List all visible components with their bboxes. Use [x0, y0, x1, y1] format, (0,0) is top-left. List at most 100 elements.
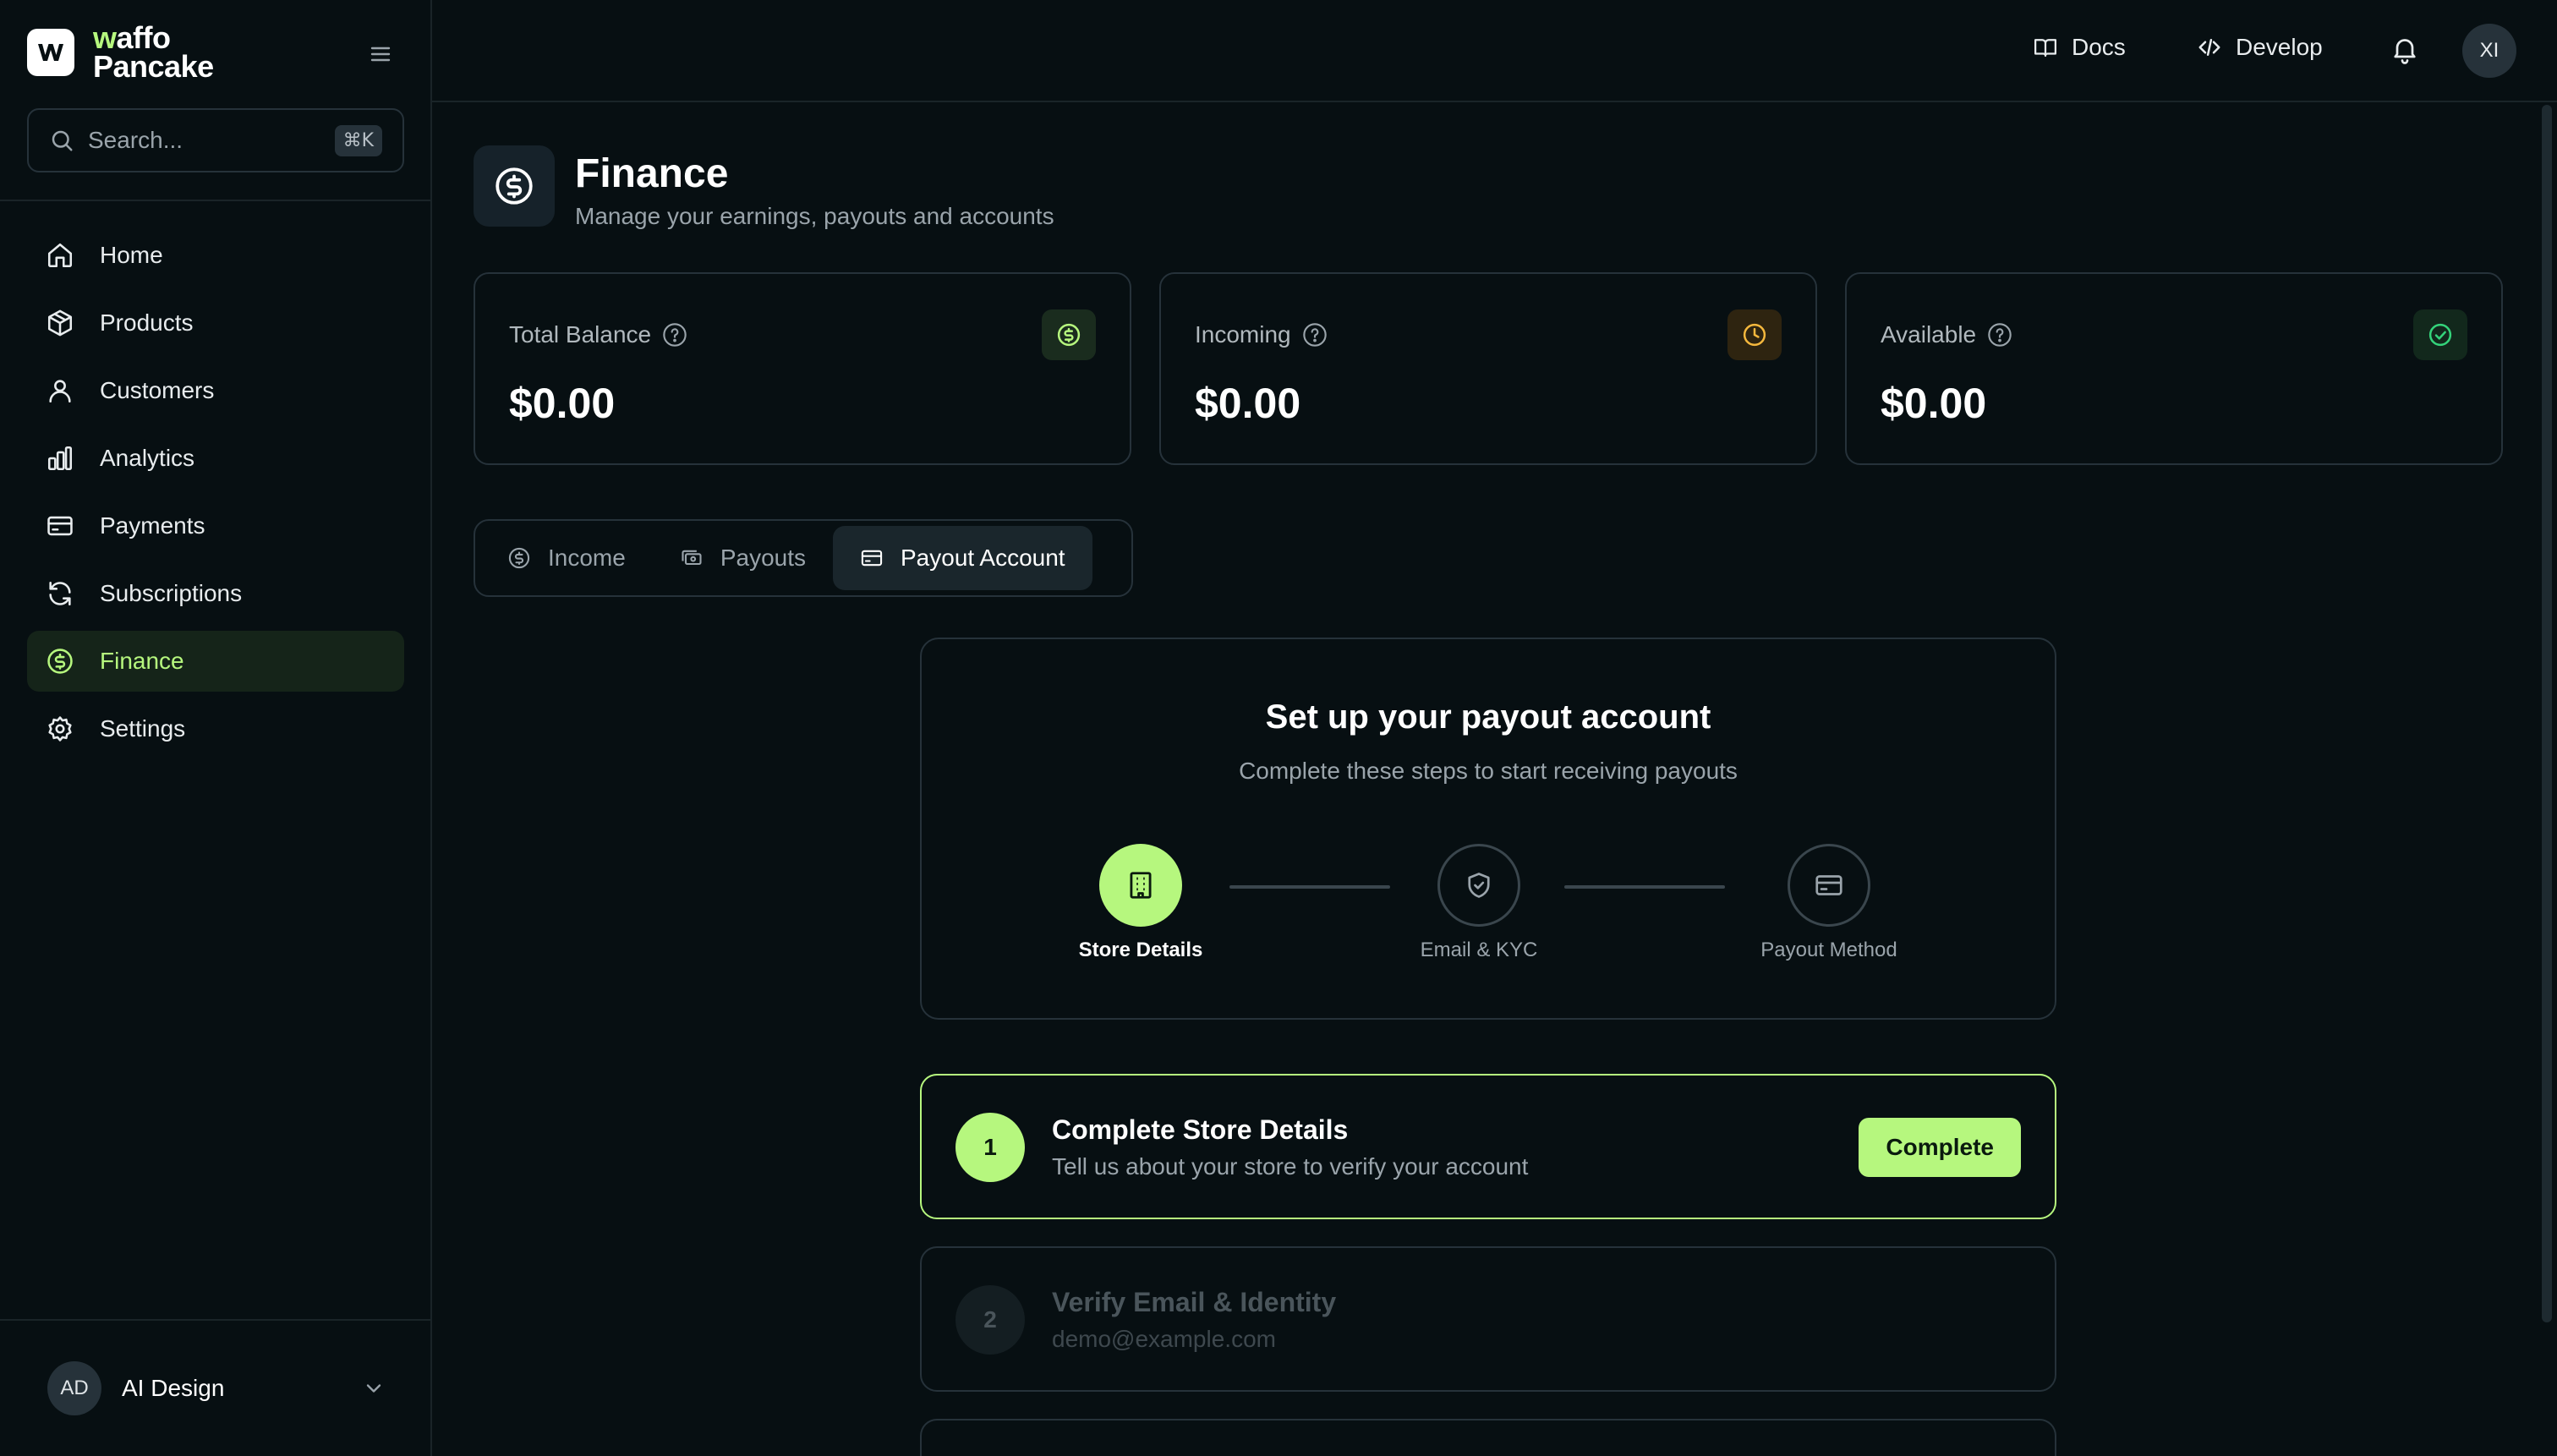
sidebar-divider — [0, 1319, 432, 1321]
dollar-circle-icon — [507, 546, 531, 570]
step-label: Store Details — [1078, 939, 1203, 961]
develop-label: Develop — [2236, 34, 2323, 60]
check-circle-icon — [2413, 309, 2467, 360]
docs-label: Docs — [2072, 34, 2126, 60]
sidebar-item-label: Customers — [100, 377, 215, 403]
task-description: demo@example.com — [1052, 1326, 1276, 1352]
task-number: 1 — [955, 1113, 1025, 1182]
credit-card-icon — [46, 512, 74, 540]
bar-chart-icon — [46, 444, 74, 473]
brand-name: waffo Pancake — [93, 20, 214, 84]
dollar-circle-icon — [46, 647, 74, 676]
stat-card-available: Available $0.00 — [1845, 272, 2503, 465]
sidebar-item-subscriptions[interactable]: Subscriptions — [27, 563, 404, 624]
step-store-details[interactable] — [1099, 844, 1182, 927]
payout-setup-card: Set up your payout account Complete thes… — [920, 638, 2056, 1020]
stat-value: $0.00 — [1881, 380, 1987, 427]
stat-card-total-balance: Total Balance $0.00 — [474, 272, 1131, 465]
shield-check-icon — [1464, 870, 1494, 900]
home-icon — [46, 241, 74, 270]
user-avatar[interactable]: XI — [2462, 24, 2516, 78]
building-icon — [1125, 869, 1157, 901]
stat-label: Incoming — [1195, 321, 1291, 348]
task-payout-method — [920, 1419, 2056, 1456]
task-verify-email: 2 Verify Email & Identity demo@example.c… — [920, 1246, 2056, 1392]
setup-subtitle: Complete these steps to start receiving … — [1239, 758, 1738, 784]
stat-value: $0.00 — [1195, 380, 1301, 427]
sidebar-item-home[interactable]: Home — [27, 225, 404, 286]
sidebar-item-settings[interactable]: Settings — [27, 698, 404, 759]
step-connector — [1229, 885, 1390, 889]
search-placeholder: Search... — [88, 127, 183, 153]
page-subtitle: Manage your earnings, payouts and accoun… — [575, 203, 1054, 229]
stat-label: Available — [1881, 321, 1977, 348]
box-icon — [46, 309, 74, 337]
step-label: Payout Method — [1760, 939, 1897, 961]
book-icon — [2033, 35, 2058, 60]
workspace-switcher[interactable]: AD AI Design — [47, 1361, 386, 1415]
sidebar-item-label: Products — [100, 309, 194, 336]
scrollbar[interactable] — [2542, 105, 2552, 1322]
stat-label-row: Total Balance — [509, 321, 688, 348]
sidebar-item-analytics[interactable]: Analytics — [27, 428, 404, 489]
stat-card-incoming: Incoming $0.00 — [1159, 272, 1817, 465]
sidebar-item-customers[interactable]: Customers — [27, 360, 404, 421]
code-icon — [2197, 35, 2222, 60]
step-connector — [1564, 885, 1725, 889]
tab-label: Payouts — [720, 545, 806, 571]
chevron-down-icon — [362, 1377, 386, 1400]
brand-logo[interactable]: waffo Pancake — [27, 20, 214, 84]
task-number: 2 — [955, 1285, 1025, 1355]
task-description: Tell us about your store to verify your … — [1052, 1153, 1529, 1180]
task-title: Complete Store Details — [1052, 1114, 1349, 1145]
gear-icon — [46, 714, 74, 743]
page-title: Finance — [575, 151, 729, 196]
dollar-circle-icon — [1042, 309, 1096, 360]
finance-page-icon — [474, 145, 555, 227]
credit-card-icon — [1814, 870, 1844, 900]
workspace-name: AI Design — [122, 1375, 225, 1401]
step-email-kyc[interactable] — [1437, 844, 1520, 927]
task-title: Verify Email & Identity — [1052, 1287, 1337, 1317]
stat-label-row: Available — [1881, 321, 2013, 348]
sidebar-item-label: Finance — [100, 648, 184, 674]
sidebar-item-products[interactable]: Products — [27, 293, 404, 353]
develop-link[interactable]: Develop — [2197, 34, 2323, 61]
sidebar-item-payments[interactable]: Payments — [27, 495, 404, 556]
menu-toggle-icon[interactable] — [369, 42, 392, 66]
stat-label-row: Incoming — [1195, 321, 1328, 348]
sidebar-divider — [0, 200, 432, 201]
sidebar-item-label: Home — [100, 242, 163, 268]
sidebar-item-finance[interactable]: Finance — [27, 631, 404, 692]
clock-icon — [1727, 309, 1782, 360]
task-store-details: 1 Complete Store Details Tell us about y… — [920, 1074, 2056, 1219]
sidebar: waffo Pancake Search... ⌘K Home Products… — [0, 0, 432, 1456]
finance-tabs: Income Payouts Payout Account — [474, 519, 1133, 597]
logo-mark-icon — [27, 29, 74, 76]
stat-value: $0.00 — [509, 380, 616, 427]
banknote-icon — [680, 546, 704, 570]
credit-card-icon — [860, 546, 884, 570]
search-icon — [49, 128, 74, 153]
step-label: Email & KYC — [1420, 939, 1538, 961]
tab-label: Payout Account — [901, 545, 1065, 571]
help-icon[interactable] — [1986, 321, 2013, 348]
complete-button[interactable]: Complete — [1859, 1118, 2021, 1177]
tab-income[interactable]: Income — [480, 526, 653, 590]
help-icon[interactable] — [661, 321, 688, 348]
tab-payouts[interactable]: Payouts — [653, 526, 833, 590]
step-payout-method[interactable] — [1788, 844, 1870, 927]
bell-icon[interactable] — [2390, 34, 2420, 64]
search-shortcut: ⌘K — [334, 124, 382, 156]
help-icon[interactable] — [1301, 321, 1328, 348]
sidebar-nav: Home Products Customers Analytics Paymen… — [27, 225, 404, 766]
refresh-icon — [46, 579, 74, 608]
tab-payout-account[interactable]: Payout Account — [833, 526, 1092, 590]
setup-title: Set up your payout account — [1265, 698, 1711, 736]
docs-link[interactable]: Docs — [2033, 34, 2126, 61]
sidebar-item-label: Payments — [100, 512, 205, 539]
stat-label: Total Balance — [509, 321, 652, 348]
search-input[interactable]: Search... ⌘K — [27, 108, 404, 172]
tab-label: Income — [548, 545, 626, 571]
sidebar-item-label: Subscriptions — [100, 580, 243, 606]
